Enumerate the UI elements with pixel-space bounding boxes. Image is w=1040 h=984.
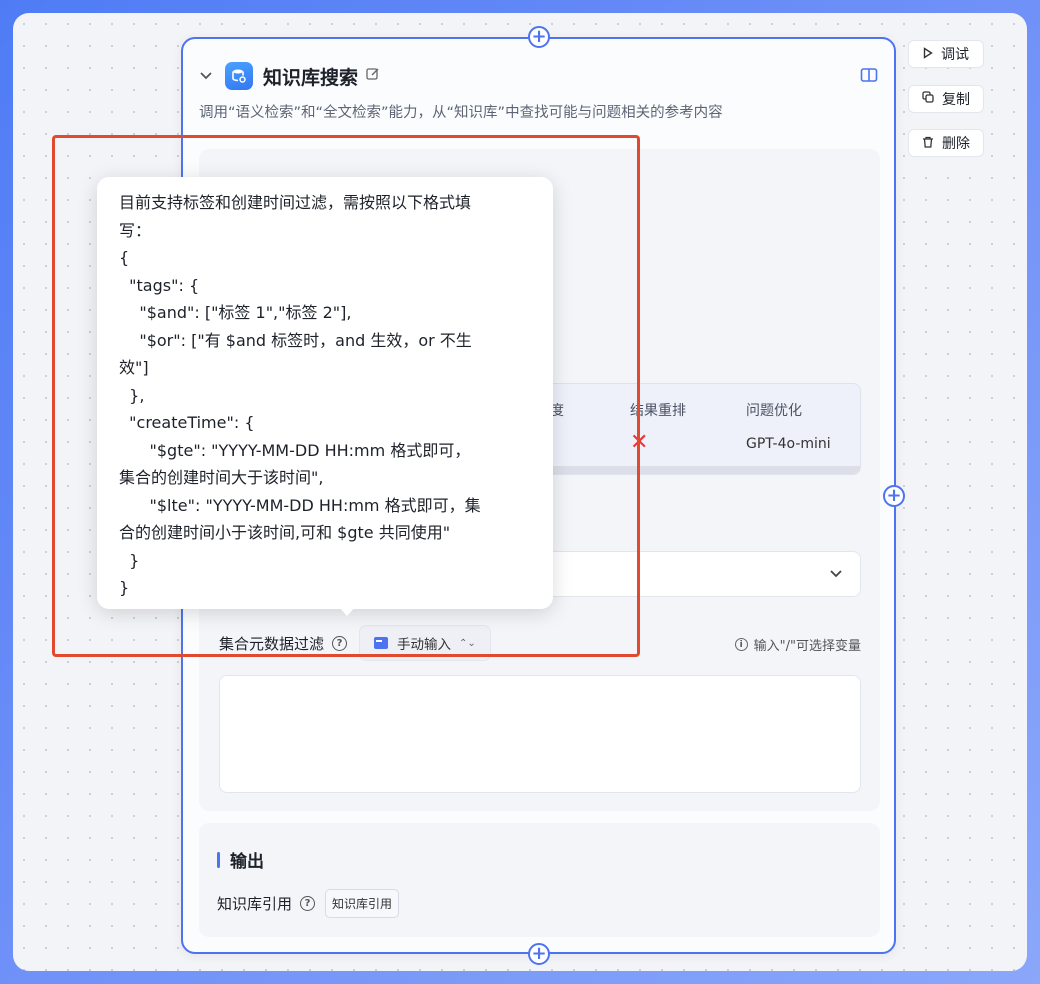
top-connector-plus-icon[interactable]: +	[528, 26, 550, 48]
settings-value-model: GPT-4o-mini	[746, 436, 831, 452]
debug-label: 调试	[941, 47, 969, 63]
output-section: 输出 知识库引用 ? 知识库引用	[199, 823, 880, 937]
tooltip-arrow	[338, 606, 356, 616]
output-section-title: 输出	[217, 847, 264, 872]
output-label: 知识库引用	[217, 895, 293, 913]
node-header: 知识库搜索	[199, 61, 878, 91]
output-row: 知识库引用 ? 知识库引用	[217, 889, 400, 918]
delete-button[interactable]: 删除	[908, 129, 984, 157]
edit-icon[interactable]	[366, 67, 380, 85]
settings-header-query-optimize: 问题优化	[746, 403, 802, 419]
chevron-down-icon	[830, 566, 842, 582]
trash-icon	[922, 136, 934, 151]
metadata-filter-tooltip: 目前支持标签和创建时间过滤，需按照以下格式填 写： { "tags": { "$…	[97, 177, 553, 609]
variable-hint-text: 输入"/"可选择变量	[753, 639, 861, 654]
node-title: 知识库搜索	[263, 66, 359, 89]
chevron-down-icon[interactable]	[199, 69, 213, 83]
node-description: 调用“语义检索”和“全文检索”能力，从“知识库”中查找可能与问题相关的参考内容	[199, 105, 723, 121]
node-action-buttons: 调试 复制 删除	[908, 40, 984, 174]
output-type-tag: 知识库引用	[325, 889, 400, 918]
database-search-icon	[225, 62, 253, 90]
copy-icon	[922, 91, 934, 106]
metadata-filter-textarea[interactable]	[219, 675, 861, 793]
workflow-canvas[interactable]: + + + 知识库搜索 调用“语义检索”和“全文检索”能力，从“知识库”中查找可…	[13, 13, 1027, 971]
book-icon[interactable]	[860, 67, 878, 83]
copy-label: 复制	[942, 91, 970, 108]
help-icon[interactable]: ?	[300, 896, 316, 911]
variable-hint: i 输入"/"可选择变量	[734, 635, 861, 654]
delete-label: 删除	[942, 136, 970, 152]
copy-button[interactable]: 复制	[908, 84, 984, 113]
info-icon: i	[734, 638, 748, 651]
debug-button[interactable]: 调试	[908, 40, 984, 68]
play-icon	[923, 46, 933, 62]
right-connector-plus-icon[interactable]: +	[883, 485, 905, 507]
bottom-connector-plus-icon[interactable]: +	[528, 943, 550, 965]
